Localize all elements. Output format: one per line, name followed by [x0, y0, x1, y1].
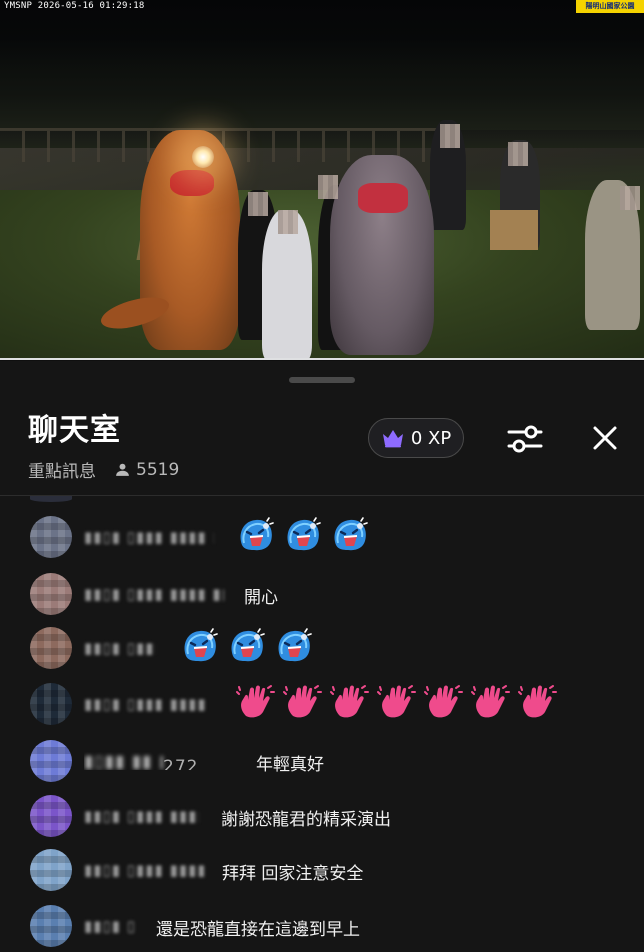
username[interactable]: ▮▮▯▮ ▯▮▮▮ ▮▮▮▮ ▮▮▯: [84, 917, 134, 935]
blue-happy-blob-emoji: [330, 515, 370, 555]
blue-happy-blob-emoji: [180, 626, 220, 666]
close-icon[interactable]: [588, 421, 622, 455]
chat-panel: 聊天室 重點訊息 5519 0 XP ▮▮▯▮ ▯▮▮▮ ▮▮▮▮ ▮▮▯▮▮▯…: [0, 361, 644, 952]
dinosaur-red-mask: [358, 183, 408, 213]
chat-title: 聊天室: [28, 413, 121, 448]
emoji-group: [236, 682, 558, 722]
username[interactable]: ▮▮▯▮ ▯▮▮▮ ▮▮▮▮ ▮▮▯: [84, 528, 214, 546]
username[interactable]: ▮▮▯▮ ▯▮▮▮ ▮▮▮▮ ▮▮▯: [84, 695, 209, 713]
pink-waving-hand-emoji: [424, 682, 464, 722]
blurred-face: [440, 124, 460, 148]
pink-waving-hand-emoji: [283, 682, 323, 722]
chat-message[interactable]: ▮▮▯▮ ▯▮▮▮ ▮▮▮▮ ▮▮▯ 拜拜 回家注意安全: [0, 849, 644, 899]
avatar[interactable]: [30, 905, 72, 947]
chat-message-list[interactable]: ▮▮▯▮ ▯▮▮▮ ▮▮▮▮ ▮▮▯▮▮▯▮ ▯▮▮▮ ▮▮▮▮ ▮▮▯開心▮▮…: [0, 496, 644, 952]
message-text: 年輕真好: [256, 755, 324, 775]
pink-waving-hand-emoji: [377, 682, 417, 722]
message-text: 拜拜 回家注意安全: [222, 864, 364, 884]
avatar[interactable]: [30, 627, 72, 669]
xp-button[interactable]: 0 XP: [368, 418, 464, 458]
blue-happy-blob-emoji: [227, 626, 267, 666]
avatar[interactable]: [30, 795, 72, 837]
pink-waving-hand-emoji: [330, 682, 370, 722]
viewer-count-value: 5519: [136, 459, 180, 480]
cardboard-box: [490, 210, 538, 250]
chat-message[interactable]: ▮▯▮▮ ▮▮ ▮▮▮▮272 年輕真好: [0, 740, 644, 790]
blue-happy-blob-emoji: [236, 515, 276, 555]
username[interactable]: ▮▮▯▮ ▯▮▮▮ ▮▮▮▮ ▮▮▯: [84, 639, 156, 657]
chat-message[interactable]: ▮▮▯▮ ▯▮▮▮ ▮▮▮▮ ▮▮▯ 還是恐龍直接在這邊到早上: [0, 905, 644, 952]
flashlight-glare: [192, 146, 214, 168]
chat-message[interactable]: ▮▮▯▮ ▯▮▮▮ ▮▮▮▮ ▮▮▯: [0, 683, 644, 733]
xp-label: 0 XP: [410, 427, 452, 449]
username[interactable]: ▮▮▯▮ ▯▮▮▮ ▮▮▮▮ ▮▮▯: [84, 861, 204, 879]
blurred-face: [278, 210, 298, 234]
avatar[interactable]: [30, 573, 72, 615]
person-icon: [116, 463, 129, 476]
avatar[interactable]: [30, 740, 72, 782]
camera-timestamp: YMSNP 2026-05-16 01:29:18: [4, 1, 145, 11]
blue-happy-blob-emoji: [274, 626, 314, 666]
chat-mode-selector[interactable]: 重點訊息: [28, 457, 96, 482]
orange-dinosaur-costume: [97, 130, 240, 350]
message-text: 還是恐龍直接在這邊到早上: [156, 920, 360, 940]
avatar[interactable]: [30, 516, 72, 558]
livestream-video[interactable]: YMSNP 2026-05-16 01:29:18 陽明山國家公園: [0, 0, 644, 360]
chat-message[interactable]: ▮▮▯▮ ▯▮▮▮ ▮▮▮▮ ▮▮▯ 開心: [0, 573, 644, 623]
dinosaur-mouth: [170, 170, 214, 196]
tree-line: [0, 40, 644, 130]
partial-avatar: [30, 496, 72, 502]
video-bottom-edge: [0, 358, 644, 360]
viewer-count: 5519: [114, 460, 179, 480]
chat-message[interactable]: ▮▮▯▮ ▯▮▮▮ ▮▮▮▮ ▮▮▯: [0, 627, 644, 677]
chat-subheader: 重點訊息 5519: [28, 457, 179, 483]
pink-waving-hand-emoji: [518, 682, 558, 722]
username[interactable]: ▮▯▮▮ ▮▮ ▮▮▮▮272: [84, 752, 199, 770]
pink-waving-hand-emoji: [471, 682, 511, 722]
message-text: 謝謝恐龍君的精采演出: [221, 810, 391, 830]
emoji-group: [180, 626, 314, 666]
chat-message[interactable]: ▮▮▯▮ ▯▮▮▮ ▮▮▮▮ ▮▮▯ 謝謝恐龍君的精采演出: [0, 795, 644, 845]
username[interactable]: ▮▮▯▮ ▯▮▮▮ ▮▮▮▮ ▮▮▯: [84, 585, 224, 603]
drag-handle[interactable]: [289, 377, 355, 383]
sliders-icon[interactable]: [505, 421, 545, 457]
message-text: 開心: [244, 588, 278, 608]
blurred-face: [620, 186, 640, 210]
avatar[interactable]: [30, 849, 72, 891]
blurred-face: [248, 192, 268, 216]
emoji-group: [236, 515, 370, 555]
blurred-face: [508, 142, 528, 166]
gray-dinosaur-costume: [330, 155, 434, 355]
park-logo: 陽明山國家公園: [576, 0, 644, 13]
pink-waving-hand-emoji: [236, 682, 276, 722]
username[interactable]: ▮▮▯▮ ▯▮▮▮ ▮▮▮▮ ▮▮▯: [84, 807, 199, 825]
blurred-face: [318, 175, 338, 199]
avatar[interactable]: [30, 683, 72, 725]
chat-message[interactable]: ▮▮▯▮ ▯▮▮▮ ▮▮▮▮ ▮▮▯: [0, 516, 644, 566]
blue-happy-blob-emoji: [283, 515, 323, 555]
crown-icon: [382, 430, 403, 448]
